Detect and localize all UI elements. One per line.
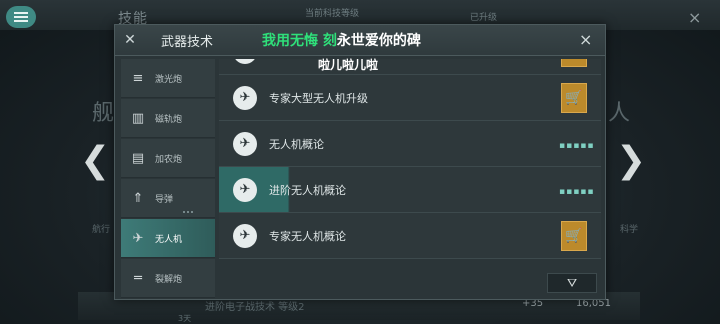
list-item[interactable]: ✈ 🛒	[219, 59, 601, 75]
fission-cannon-icon: ═	[134, 271, 142, 286]
drone-tech-icon: ✈	[233, 86, 257, 110]
tab-label: 无人机	[155, 235, 183, 245]
drone-tech-icon: ✈	[233, 132, 257, 156]
weapon-category-tabs: ≡ 激光炮 ▥ 磁轨炮 ▤ 加农炮 ⇑ 导弹 ✈ 无人机 ═ 裂解炮	[121, 59, 215, 298]
tab-fission-cannon[interactable]: ═ 裂解炮	[121, 259, 215, 298]
cannon-icon: ▤	[131, 151, 145, 166]
drone-icon: ✈	[132, 231, 144, 246]
hamburger-menu-icon	[14, 12, 28, 14]
hamburger-line	[14, 20, 28, 22]
tech-name: 进阶无人机概论	[269, 184, 346, 197]
prev-page-arrow[interactable]: ❮	[80, 140, 110, 181]
overlay-caption-white: 永世爱你的碑	[336, 33, 421, 49]
background-left-category: 舰	[92, 101, 115, 126]
tab-drone[interactable]: ✈ 无人机	[121, 219, 215, 258]
menu-button[interactable]	[6, 6, 36, 28]
upgraded-label: 已升级	[470, 13, 498, 23]
current-research-text: 进阶电子战技术 等级2	[205, 302, 305, 313]
research-time-text: 3天	[178, 314, 192, 323]
laser-cannon-icon: ≡	[132, 71, 144, 86]
next-page-arrow[interactable]: ❯	[616, 140, 646, 181]
tab-railgun[interactable]: ▥ 磁轨炮	[121, 99, 215, 138]
tab-label: 激光炮	[155, 75, 183, 85]
drone-tech-icon: ✈	[233, 224, 257, 248]
overlay-caption-line1: 我用无悔 刻永世爱你的碑	[262, 30, 421, 50]
purchase-cart-button[interactable]: 🛒	[561, 83, 587, 113]
dialog-title: 武器技术	[161, 35, 214, 50]
background-right-small: 科学	[620, 225, 639, 235]
list-item[interactable]: ✈ 专家无人机概论 🛒	[219, 213, 601, 259]
list-item[interactable]: ✈ 进阶无人机概论 ▪▪▪▪▪	[219, 167, 601, 213]
tech-level-progress: ▪▪▪▪▪	[559, 141, 595, 151]
tab-laser-cannon[interactable]: ≡ 激光炮	[121, 59, 215, 98]
background-right-category: 人	[608, 101, 631, 126]
tech-level-progress: ▪▪▪▪▪	[559, 187, 595, 197]
purchase-cart-button[interactable]: 🛒	[561, 221, 587, 251]
purchase-cart-button[interactable]: 🛒	[561, 59, 587, 67]
crossed-weapons-icon: ✕	[124, 32, 136, 48]
tech-level-label: 当前科技等级	[305, 9, 360, 19]
tech-item-list: ✈ 🛒 ✈ 专家大型无人机升级 🛒 ✈ 无人机概论 ▪▪▪▪▪ ✈ 进阶无人机概…	[219, 59, 601, 297]
list-item[interactable]: ✈ 专家大型无人机升级 🛒	[219, 75, 601, 121]
tab-cannon[interactable]: ▤ 加农炮	[121, 139, 215, 178]
tab-label: 裂解炮	[155, 275, 183, 285]
scroll-indicator-dot	[183, 211, 185, 213]
dialog-close-button[interactable]: ×	[579, 30, 592, 49]
missile-icon: ⇑	[132, 191, 144, 206]
drone-tech-icon: ✈	[233, 59, 257, 64]
scroll-indicator-dot	[191, 211, 193, 213]
filter-icon: ⛛	[566, 276, 578, 290]
filter-button[interactable]: ⛛	[547, 273, 597, 293]
tech-name: 专家无人机概论	[269, 230, 346, 243]
overlay-caption-green: 我用无悔 刻	[262, 33, 337, 49]
scroll-indicator-dot	[187, 211, 189, 213]
background-left-small: 航行	[92, 225, 111, 235]
tech-name: 专家大型无人机升级	[269, 92, 368, 105]
drone-tech-icon: ✈	[233, 178, 257, 202]
tab-label: 磁轨炮	[155, 115, 183, 125]
overlay-caption-line2: 啦儿啦儿啦	[318, 58, 379, 72]
hamburger-line	[14, 16, 28, 18]
tab-label: 加农炮	[155, 155, 183, 165]
tech-name: 无人机概论	[269, 138, 324, 151]
list-item[interactable]: ✈ 无人机概论 ▪▪▪▪▪	[219, 121, 601, 167]
background-close-button[interactable]: ×	[688, 8, 701, 27]
tab-missile[interactable]: ⇑ 导弹	[121, 179, 215, 218]
railgun-icon: ▥	[131, 111, 145, 126]
tab-label: 导弹	[155, 195, 174, 205]
